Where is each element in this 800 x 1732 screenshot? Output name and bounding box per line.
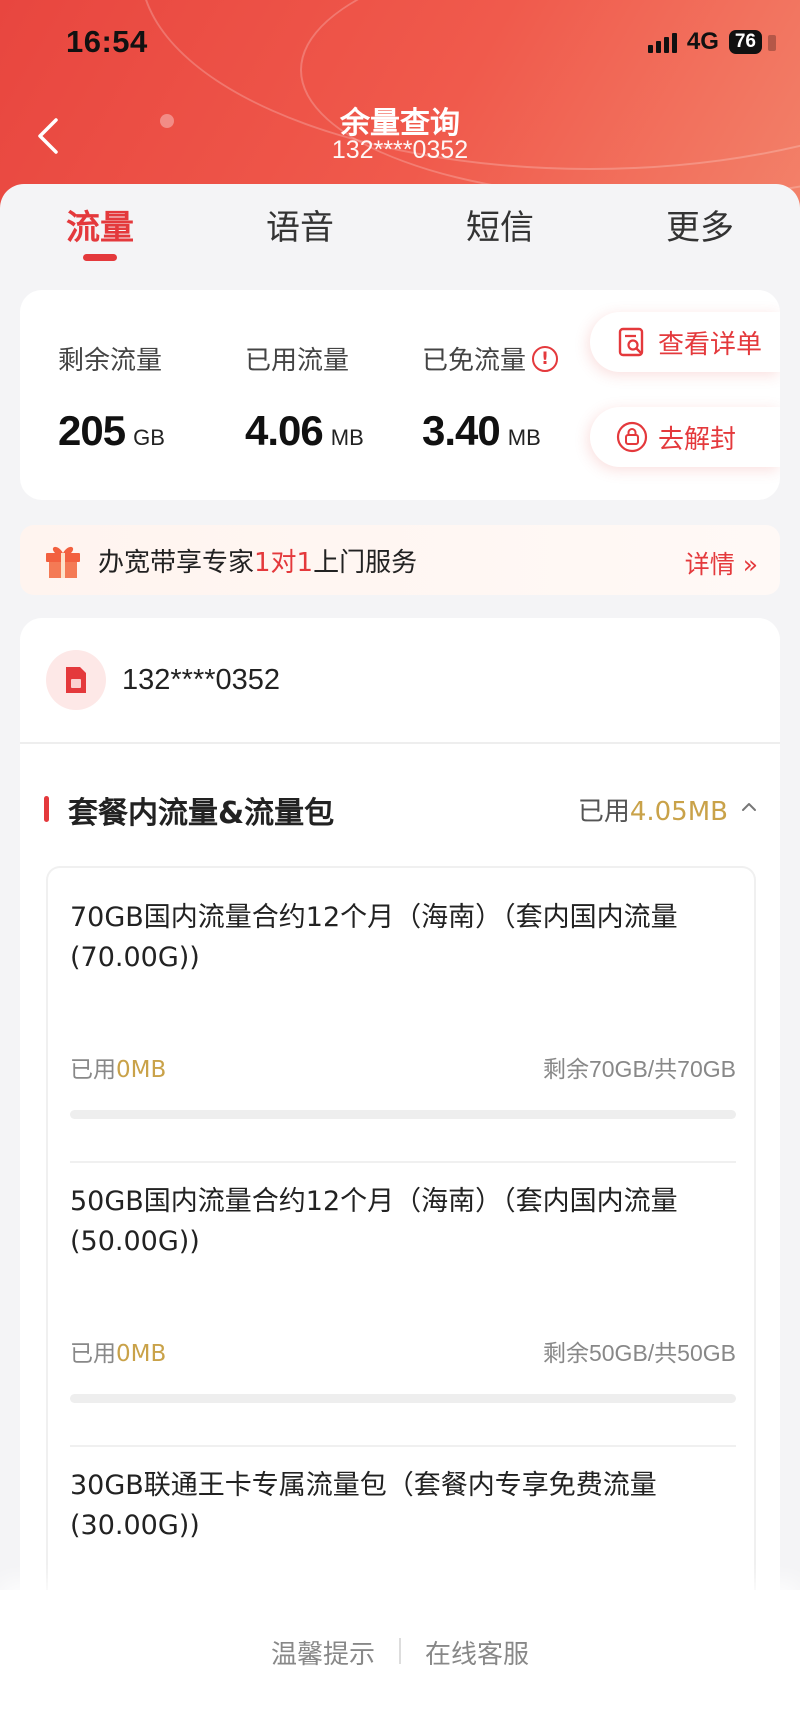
package-used: 已用0MB [70, 1057, 167, 1083]
account-row: 132****0352 [20, 618, 780, 744]
section-marker [44, 796, 49, 822]
package-name: 30GB联通王卡专属流量包（套餐内专享免费流量(30.00G)) [70, 1470, 657, 1541]
broadband-promo-banner[interactable]: 办宽带享专家1对1上门服务 详情 » [20, 525, 780, 595]
network-type: 4G [686, 28, 719, 55]
stat-value: 205 GB [58, 407, 165, 454]
section-title: 套餐内流量&流量包 [68, 796, 335, 831]
online-service-link[interactable]: 在线客服 [401, 1634, 553, 1732]
divider [70, 1161, 736, 1163]
banner-details-link[interactable]: 详情 » [685, 545, 758, 581]
lock-icon [616, 421, 648, 453]
list-item: 70GB国内流量合约12个月（海南）（套内国内流量(70.00G)) 已用0MB… [70, 898, 736, 1163]
divider [70, 1445, 736, 1447]
gift-icon [46, 546, 80, 578]
list-item: 30GB联通王卡专属流量包（套餐内专享免费流量(30.00G)) [70, 1466, 736, 1586]
package-name: 70GB国内流量合约12个月（海南）（套内国内流量(70.00G)) [70, 902, 678, 973]
signal-icon [647, 31, 677, 53]
page-subtitle: 132****0352 [331, 136, 469, 164]
info-icon[interactable]: ! [532, 345, 559, 372]
tips-link[interactable]: 温馨提示 [247, 1634, 399, 1732]
stat-value: 3.40 MB [422, 407, 541, 454]
account-number: 132****0352 [122, 663, 281, 696]
view-details-button[interactable]: 查看详单 [590, 312, 780, 372]
tab-sms[interactable]: 短信 [400, 188, 600, 270]
tab-more[interactable]: 更多 [600, 188, 800, 270]
unlock-label: 去解封 [658, 424, 737, 455]
tab-label: 短信 [466, 208, 534, 248]
package-progress-bar [70, 1394, 736, 1403]
stat-value: 4.06 MB [245, 407, 364, 454]
usage-summary-card: 剩余流量 205 GB 已用流量 4.06 MB 已免流量 ! 3.40 MB 查看详… [20, 290, 780, 500]
tab-label: 流量 [66, 208, 134, 248]
list-item: 50GB国内流量合约12个月（海南）（套内国内流量(50.00G)) 已用0MB… [70, 1182, 736, 1447]
receipt-search-icon [618, 327, 644, 357]
package-progress-bar [70, 1110, 736, 1119]
chevron-up-icon[interactable] [740, 798, 758, 816]
tab-data[interactable]: 流量 [0, 188, 200, 270]
stat-label: 已用流量 [245, 346, 350, 376]
view-details-label: 查看详单 [658, 329, 763, 360]
stat-label: 已免流量 [422, 346, 527, 376]
package-card: 132****0352 套餐内流量&流量包 已用4.05MB 70GB国内流量合… [20, 618, 780, 1732]
stat-free: 已免流量 ! 3.40 MB [422, 340, 559, 455]
package-remaining: 剩余70GB/共70GB [542, 1056, 736, 1082]
tab-label: 更多 [666, 208, 734, 248]
unlock-button[interactable]: 去解封 [590, 407, 780, 467]
footer-bar: 温馨提示 在线客服 [0, 1590, 800, 1732]
package-remaining: 剩余50GB/共50GB [542, 1340, 736, 1366]
tab-active-indicator [83, 254, 117, 261]
stat-used: 已用流量 4.06 MB [245, 340, 364, 455]
tab-label: 语音 [266, 208, 334, 248]
battery-icon: 76 [728, 30, 777, 54]
banner-text: 办宽带享专家1对1上门服务 [98, 547, 418, 578]
package-name: 50GB国内流量合约12个月（海南）（套内国内流量(50.00G)) [70, 1186, 678, 1257]
section-used: 已用4.05MB [577, 797, 728, 827]
status-icons: 4G 76 [647, 28, 777, 56]
package-section-header[interactable]: 套餐内流量&流量包 已用4.05MB [20, 788, 780, 831]
package-used: 已用0MB [70, 1341, 167, 1367]
status-time: 16:54 [66, 24, 148, 59]
sim-card-icon [46, 650, 106, 710]
stat-label: 剩余流量 [58, 346, 163, 376]
stat-remaining: 剩余流量 205 GB [58, 340, 165, 455]
tab-bar: 流量 语音 短信 更多 [0, 188, 800, 270]
tab-voice[interactable]: 语音 [200, 188, 400, 270]
